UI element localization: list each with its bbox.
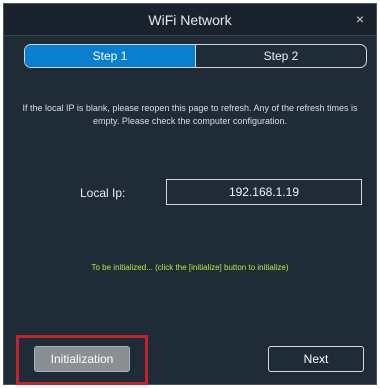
local-ip-field[interactable]: 192.168.1.19	[166, 179, 362, 205]
title-bar: WiFi Network ×	[4, 4, 376, 36]
local-ip-label: Local Ip:	[80, 186, 126, 200]
tab-step-1[interactable]: Step 1	[25, 45, 195, 67]
tab-step-2[interactable]: Step 2	[195, 45, 366, 67]
wifi-network-dialog: WiFi Network × Step 1 Step 2 If the loca…	[3, 3, 377, 385]
info-line-2: empty. Please check the computer configu…	[93, 116, 287, 126]
status-text: To be initialized... (click the [initial…	[91, 263, 289, 272]
info-text: If the local IP is blank, please reopen …	[14, 102, 366, 128]
dialog-title: WiFi Network	[148, 12, 232, 28]
close-icon[interactable]: ×	[352, 11, 368, 27]
initialization-button[interactable]: Initialization	[34, 346, 130, 372]
next-button[interactable]: Next	[268, 346, 364, 372]
info-line-1: If the local IP is blank, please reopen …	[22, 103, 358, 113]
step-tabs: Step 1 Step 2	[24, 44, 367, 68]
